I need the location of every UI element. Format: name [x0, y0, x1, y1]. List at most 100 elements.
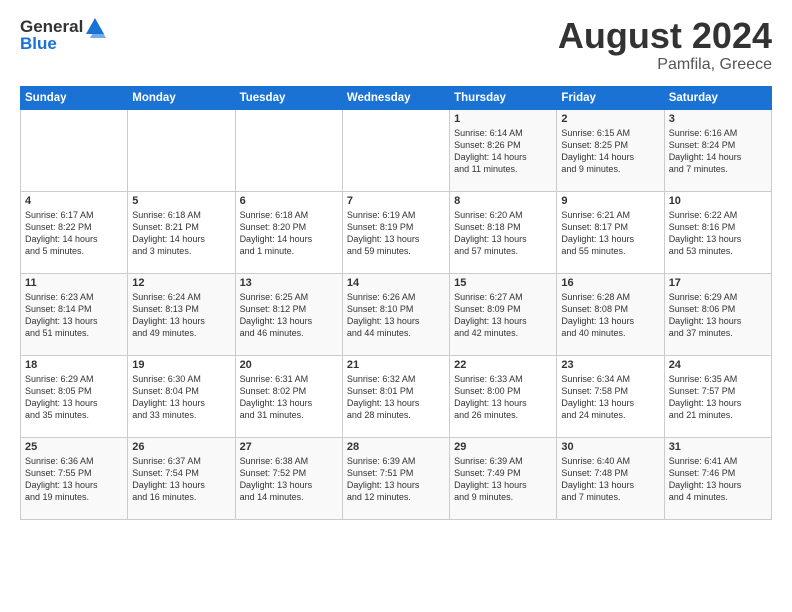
calendar-cell: 14 Sunrise: 6:26 AMSunset: 8:10 PMDayligh…	[342, 273, 449, 355]
location: Pamfila, Greece	[558, 56, 772, 74]
header: General Blue August 2024 Pamfila, Greece	[20, 16, 772, 74]
day-number: 7	[347, 195, 445, 207]
day-number: 28	[347, 441, 445, 453]
calendar-cell: 16Sunrise: 6:28 AMSunset: 8:08 PMDayligh…	[557, 273, 664, 355]
day-number: 9	[561, 195, 659, 207]
calendar-cell	[235, 109, 342, 191]
day-number: 31	[669, 441, 767, 453]
calendar-cell	[342, 109, 449, 191]
day-info: Sunrise: 6:18 AMSunset: 8:21 PMDaylight:…	[132, 209, 230, 258]
day-number: 18	[25, 359, 123, 371]
day-info: Sunrise: 6:29 AMSunset: 8:05 PMDaylight:…	[25, 373, 123, 422]
calendar-cell: 17 Sunrise: 6:29 AMSunset: 8:06 PMDayligh…	[664, 273, 771, 355]
calendar-cell: 29 Sunrise: 6:39 AMSunset: 7:49 PMDayligh…	[450, 437, 557, 519]
day-number: 6	[240, 195, 338, 207]
calendar-cell: 13 Sunrise: 6:25 AMSunset: 8:12 PMDayligh…	[235, 273, 342, 355]
day-number: 20	[240, 359, 338, 371]
calendar-cell: 27 Sunrise: 6:38 AMSunset: 7:52 PMDayligh…	[235, 437, 342, 519]
day-number: 10	[669, 195, 767, 207]
calendar-cell: 2 Sunrise: 6:15 AMSunset: 8:25 PMDaylight…	[557, 109, 664, 191]
calendar-cell: 3Sunrise: 6:16 AMSunset: 8:24 PMDaylight…	[664, 109, 771, 191]
title-block: August 2024 Pamfila, Greece	[558, 16, 772, 74]
calendar-cell: 19 Sunrise: 6:30 AMSunset: 8:04 PMDayligh…	[128, 355, 235, 437]
calendar-cell: 10 Sunrise: 6:22 AMSunset: 8:16 PMDayligh…	[664, 191, 771, 273]
day-number: 4	[25, 195, 123, 207]
day-number: 3	[669, 113, 767, 125]
calendar-week-row: 4 Sunrise: 6:17 AMSunset: 8:22 PMDaylight…	[21, 191, 772, 273]
day-info: Sunrise: 6:21 AMSunset: 8:17 PMDaylight:…	[561, 209, 659, 258]
calendar-cell: 12 Sunrise: 6:24 AMSunset: 8:13 PMDayligh…	[128, 273, 235, 355]
day-info: Sunrise: 6:39 AMSunset: 7:49 PMDaylight:…	[454, 455, 552, 504]
day-number: 24	[669, 359, 767, 371]
day-number: 27	[240, 441, 338, 453]
calendar-cell: 31 Sunrise: 6:41 AMSunset: 7:46 PMDayligh…	[664, 437, 771, 519]
calendar-cell	[21, 109, 128, 191]
day-info: Sunrise: 6:37 AMSunset: 7:54 PMDaylight:…	[132, 455, 230, 504]
day-info: Sunrise: 6:23 AMSunset: 8:14 PMDaylight:…	[25, 291, 123, 340]
weekday-header: Sunday	[21, 86, 128, 109]
day-info: Sunrise: 6:35 AMSunset: 7:57 PMDaylight:…	[669, 373, 767, 422]
day-info: Sunrise: 6:18 AMSunset: 8:20 PMDaylight:…	[240, 209, 338, 258]
day-info: Sunrise: 6:25 AMSunset: 8:12 PMDaylight:…	[240, 291, 338, 340]
day-info: Sunrise: 6:26 AMSunset: 8:10 PMDaylight:…	[347, 291, 445, 340]
calendar-cell: 8Sunrise: 6:20 AMSunset: 8:18 PMDaylight…	[450, 191, 557, 273]
calendar-cell: 4 Sunrise: 6:17 AMSunset: 8:22 PMDaylight…	[21, 191, 128, 273]
day-info: Sunrise: 6:33 AMSunset: 8:00 PMDaylight:…	[454, 373, 552, 422]
day-number: 29	[454, 441, 552, 453]
day-number: 13	[240, 277, 338, 289]
day-info: Sunrise: 6:27 AMSunset: 8:09 PMDaylight:…	[454, 291, 552, 340]
day-number: 1	[454, 113, 552, 125]
calendar-cell: 5 Sunrise: 6:18 AMSunset: 8:21 PMDaylight…	[128, 191, 235, 273]
month-title: August 2024	[558, 16, 772, 56]
day-info: Sunrise: 6:38 AMSunset: 7:52 PMDaylight:…	[240, 455, 338, 504]
day-info: Sunrise: 6:30 AMSunset: 8:04 PMDaylight:…	[132, 373, 230, 422]
day-info: Sunrise: 6:36 AMSunset: 7:55 PMDaylight:…	[25, 455, 123, 504]
day-number: 23	[561, 359, 659, 371]
day-info: Sunrise: 6:41 AMSunset: 7:46 PMDaylight:…	[669, 455, 767, 504]
calendar-table: SundayMondayTuesdayWednesdayThursdayFrid…	[20, 86, 772, 520]
calendar-week-row: 1 Sunrise: 6:14 AMSunset: 8:26 PMDaylight…	[21, 109, 772, 191]
calendar-cell: 21Sunrise: 6:32 AMSunset: 8:01 PMDayligh…	[342, 355, 449, 437]
day-number: 16	[561, 277, 659, 289]
logo-blue: Blue	[20, 34, 57, 54]
day-info: Sunrise: 6:22 AMSunset: 8:16 PMDaylight:…	[669, 209, 767, 258]
calendar-week-row: 18 Sunrise: 6:29 AMSunset: 8:05 PMDayligh…	[21, 355, 772, 437]
day-info: Sunrise: 6:29 AMSunset: 8:06 PMDaylight:…	[669, 291, 767, 340]
calendar-cell: 11 Sunrise: 6:23 AMSunset: 8:14 PMDayligh…	[21, 273, 128, 355]
day-info: Sunrise: 6:20 AMSunset: 8:18 PMDaylight:…	[454, 209, 552, 258]
calendar-cell: 1 Sunrise: 6:14 AMSunset: 8:26 PMDaylight…	[450, 109, 557, 191]
day-number: 2	[561, 113, 659, 125]
calendar-week-row: 11 Sunrise: 6:23 AMSunset: 8:14 PMDayligh…	[21, 273, 772, 355]
weekday-header: Tuesday	[235, 86, 342, 109]
day-number: 30	[561, 441, 659, 453]
day-info: Sunrise: 6:24 AMSunset: 8:13 PMDaylight:…	[132, 291, 230, 340]
day-number: 5	[132, 195, 230, 207]
weekday-header: Saturday	[664, 86, 771, 109]
day-info: Sunrise: 6:17 AMSunset: 8:22 PMDaylight:…	[25, 209, 123, 258]
day-info: Sunrise: 6:32 AMSunset: 8:01 PMDaylight:…	[347, 373, 445, 422]
day-info: Sunrise: 6:14 AMSunset: 8:26 PMDaylight:…	[454, 127, 552, 176]
day-number: 14	[347, 277, 445, 289]
day-info: Sunrise: 6:31 AMSunset: 8:02 PMDaylight:…	[240, 373, 338, 422]
day-number: 12	[132, 277, 230, 289]
day-number: 22	[454, 359, 552, 371]
calendar-cell: 7Sunrise: 6:19 AMSunset: 8:19 PMDaylight…	[342, 191, 449, 273]
calendar-cell: 24 Sunrise: 6:35 AMSunset: 7:57 PMDayligh…	[664, 355, 771, 437]
calendar-cell: 18 Sunrise: 6:29 AMSunset: 8:05 PMDayligh…	[21, 355, 128, 437]
day-number: 15	[454, 277, 552, 289]
header-row: SundayMondayTuesdayWednesdayThursdayFrid…	[21, 86, 772, 109]
calendar-cell: 30Sunrise: 6:40 AMSunset: 7:48 PMDayligh…	[557, 437, 664, 519]
weekday-header: Thursday	[450, 86, 557, 109]
day-number: 11	[25, 277, 123, 289]
calendar-cell: 15 Sunrise: 6:27 AMSunset: 8:09 PMDayligh…	[450, 273, 557, 355]
calendar-cell: 25 Sunrise: 6:36 AMSunset: 7:55 PMDayligh…	[21, 437, 128, 519]
calendar-cell: 23Sunrise: 6:34 AMSunset: 7:58 PMDayligh…	[557, 355, 664, 437]
day-number: 19	[132, 359, 230, 371]
logo: General Blue	[20, 16, 106, 54]
page-container: General Blue August 2024 Pamfila, Greece…	[0, 0, 792, 530]
day-number: 25	[25, 441, 123, 453]
day-info: Sunrise: 6:15 AMSunset: 8:25 PMDaylight:…	[561, 127, 659, 176]
weekday-header: Monday	[128, 86, 235, 109]
day-number: 17	[669, 277, 767, 289]
weekday-header: Friday	[557, 86, 664, 109]
